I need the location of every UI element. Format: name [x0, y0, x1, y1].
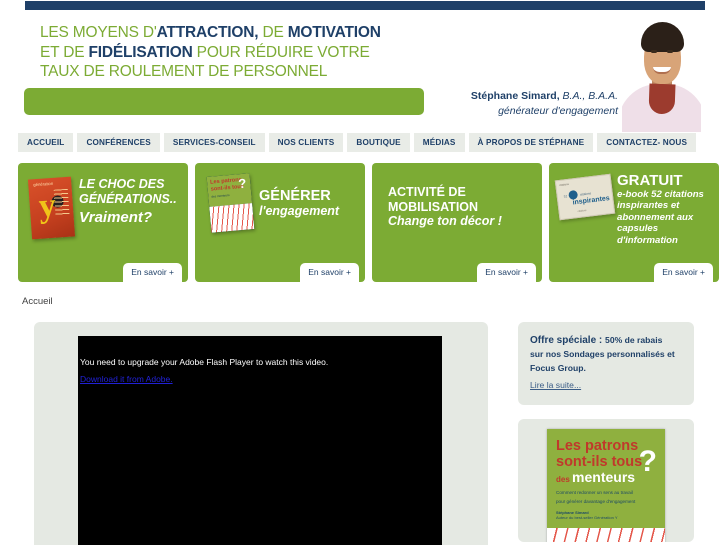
headline-l2b: FIDÉLISATION: [88, 43, 193, 61]
breadcrumb: Accueil: [22, 296, 53, 307]
offer-body: sur nos Sondages personnalisés et Focus …: [530, 349, 675, 373]
promo-line-3: Change ton décor !: [388, 214, 502, 228]
promo-cta-button[interactable]: En savoir +: [654, 263, 713, 282]
speaker-tagline: générateur d'engagement: [498, 105, 618, 117]
book-promo-card[interactable]: ? Les patrons sont-ils tous des menteurs…: [518, 419, 694, 542]
speaker-credentials: B.A., B.A.A.: [562, 90, 618, 102]
promo-line-5: capsules d'information: [617, 223, 678, 246]
nav-item-boutique[interactable]: BOUTIQUE: [347, 133, 410, 152]
headline-l2a: ET DE: [40, 43, 89, 61]
adobe-download-link[interactable]: Download it from Adobe.: [80, 374, 173, 384]
promo-line-1: ACTIVITÉ DE: [388, 185, 466, 199]
promo-banner-row: génération y LE CHOC DES GÉNÉRATIONS.. V…: [18, 163, 719, 282]
main-content-panel: You need to upgrade your Adobe Flash Pla…: [34, 322, 488, 545]
right-sidebar: Offre spéciale : 50% de rabais sur nos S…: [518, 322, 694, 542]
nav-item-services-conseil[interactable]: SERVICES-CONSEIL: [163, 133, 265, 152]
nav-item-nos-clients[interactable]: NOS CLIENTS: [268, 133, 344, 152]
offer-highlight: 50% de rabais: [605, 335, 663, 345]
book-subtitle-2: pour générer davantage d'engagement: [556, 499, 636, 505]
book-cover-menteurs-icon: Les patrons sont-ils tous des menteurs ?: [206, 173, 255, 233]
promo-cta-label: En savoir +: [662, 267, 705, 277]
promo-line-2: l'engagement: [259, 203, 340, 218]
book-subtitle-1: Comment redonner un sens au travail: [556, 490, 633, 495]
offer-heading: Offre spéciale : 50% de rabais: [530, 333, 682, 348]
headline-l1b: ATTRACTION,: [156, 24, 259, 41]
promo-card-generer-engagement[interactable]: Les patrons sont-ils tous des menteurs ?…: [195, 163, 365, 282]
nav-label: CONFÉRENCES: [86, 138, 151, 147]
promo-line-2: MOBILISATION: [388, 199, 479, 214]
promo-cta-button[interactable]: En savoir +: [477, 263, 536, 282]
special-offer-card: Offre spéciale : 50% de rabais sur nos S…: [518, 322, 694, 405]
ebook-card-number: 52: [563, 193, 568, 199]
headline-l1c: DE: [258, 24, 288, 41]
promo-cta-button[interactable]: En savoir +: [300, 263, 359, 282]
promo-cta-label: En savoir +: [485, 267, 528, 277]
ebook-card-icon: citations 52 citations inspirantes citat…: [554, 173, 616, 221]
offer-title: Offre spéciale: [530, 335, 597, 346]
nav-label: CONTACTEZ- NOUS: [606, 138, 688, 147]
speaker-portrait-photo: [622, 10, 701, 132]
book-question-mark: ?: [638, 445, 657, 478]
flash-upgrade-message: You need to upgrade your Adobe Flash Pla…: [80, 357, 329, 367]
promo-card-choc-des-generations[interactable]: génération y LE CHOC DES GÉNÉRATIONS.. V…: [18, 163, 188, 282]
nav-label: ACCUEIL: [27, 138, 65, 147]
promo-line-4: abonnement aux: [617, 211, 694, 223]
nav-item-contactez-nous[interactable]: CONTACTEZ- NOUS: [597, 133, 697, 152]
promo-cta-label: En savoir +: [308, 267, 351, 277]
main-navigation: ACCUEIL CONFÉRENCES SERVICES-CONSEIL NOS…: [18, 133, 697, 152]
book-line-3-small: des: [556, 475, 570, 484]
site-header: LES MOYENS D'ATTRACTION, DE MOTIVATION E…: [0, 10, 727, 132]
offer-separator: :: [596, 335, 606, 346]
breadcrumb-label: Accueil: [22, 296, 53, 307]
nav-item-a-propos[interactable]: À PROPOS DE STÉPHANE: [468, 133, 594, 152]
header-green-bar: [24, 88, 424, 115]
book-author-note: Auteur du best-seller Génération Y: [556, 515, 618, 521]
nav-item-conferences[interactable]: CONFÉRENCES: [77, 133, 160, 152]
promo-line-3: Vraiment?: [79, 209, 153, 226]
promo-line-1: GÉNÉRER: [259, 188, 331, 204]
promo-card-gratuit-ebook[interactable]: citations 52 citations inspirantes citat…: [549, 163, 719, 282]
promo-line-2: GÉNÉRATIONS..: [79, 191, 177, 206]
page-root: LES MOYENS D'ATTRACTION, DE MOTIVATION E…: [0, 0, 727, 545]
headline-l1a: LES MOYENS D': [40, 24, 157, 41]
video-player[interactable]: You need to upgrade your Adobe Flash Pla…: [78, 336, 442, 545]
book-line-3-big: menteurs: [572, 469, 636, 485]
headline-l2c: POUR RÉDUIRE VOTRE: [192, 43, 370, 61]
top-accent-bar: [25, 1, 705, 10]
promo-line-2: e-book 52 citations: [617, 188, 704, 200]
nav-item-medias[interactable]: MÉDIAS: [413, 133, 465, 152]
book-line-3: des menteurs: [211, 193, 230, 199]
nav-label: MÉDIAS: [422, 138, 456, 147]
ebook-card-word: citations: [579, 190, 592, 197]
promo-line-3: inspirantes et: [617, 200, 680, 212]
headline-l3: TAUX DE ROULEMENT DE PERSONNEL: [40, 63, 328, 80]
nav-label: À PROPOS DE STÉPHANE: [477, 138, 585, 147]
offer-read-more-link[interactable]: Lire la suite...: [530, 380, 581, 390]
book-question-mark: ?: [237, 175, 247, 192]
nav-label: NOS CLIENTS: [277, 138, 335, 147]
nav-label: SERVICES-CONSEIL: [172, 138, 256, 147]
book-cover-generation-y-icon: génération y: [27, 176, 76, 240]
promo-line-1: LE CHOC DES: [79, 177, 165, 191]
promo-cta-label: En savoir +: [131, 267, 174, 277]
speaker-name: Stéphane Simard,: [470, 90, 560, 102]
headline-l1d: MOTIVATION: [287, 24, 381, 41]
nav-item-accueil[interactable]: ACCUEIL: [18, 133, 74, 152]
promo-card-activite-mobilisation[interactable]: ACTIVITÉ DE MOBILISATION Change ton déco…: [372, 163, 542, 282]
book-cover-les-patrons-sont-ils-tous-des-menteurs: ? Les patrons sont-ils tous des menteurs…: [547, 429, 665, 542]
speaker-credit: Stéphane Simard, B.A., B.A.A. générateur…: [428, 89, 618, 119]
promo-cta-button[interactable]: En savoir +: [123, 263, 182, 282]
promo-line-1: GRATUIT: [617, 172, 683, 189]
nav-label: BOUTIQUE: [356, 138, 401, 147]
book-letter-text: y: [37, 186, 58, 225]
header-headline: LES MOYENS D'ATTRACTION, DE MOTIVATION E…: [40, 23, 470, 82]
